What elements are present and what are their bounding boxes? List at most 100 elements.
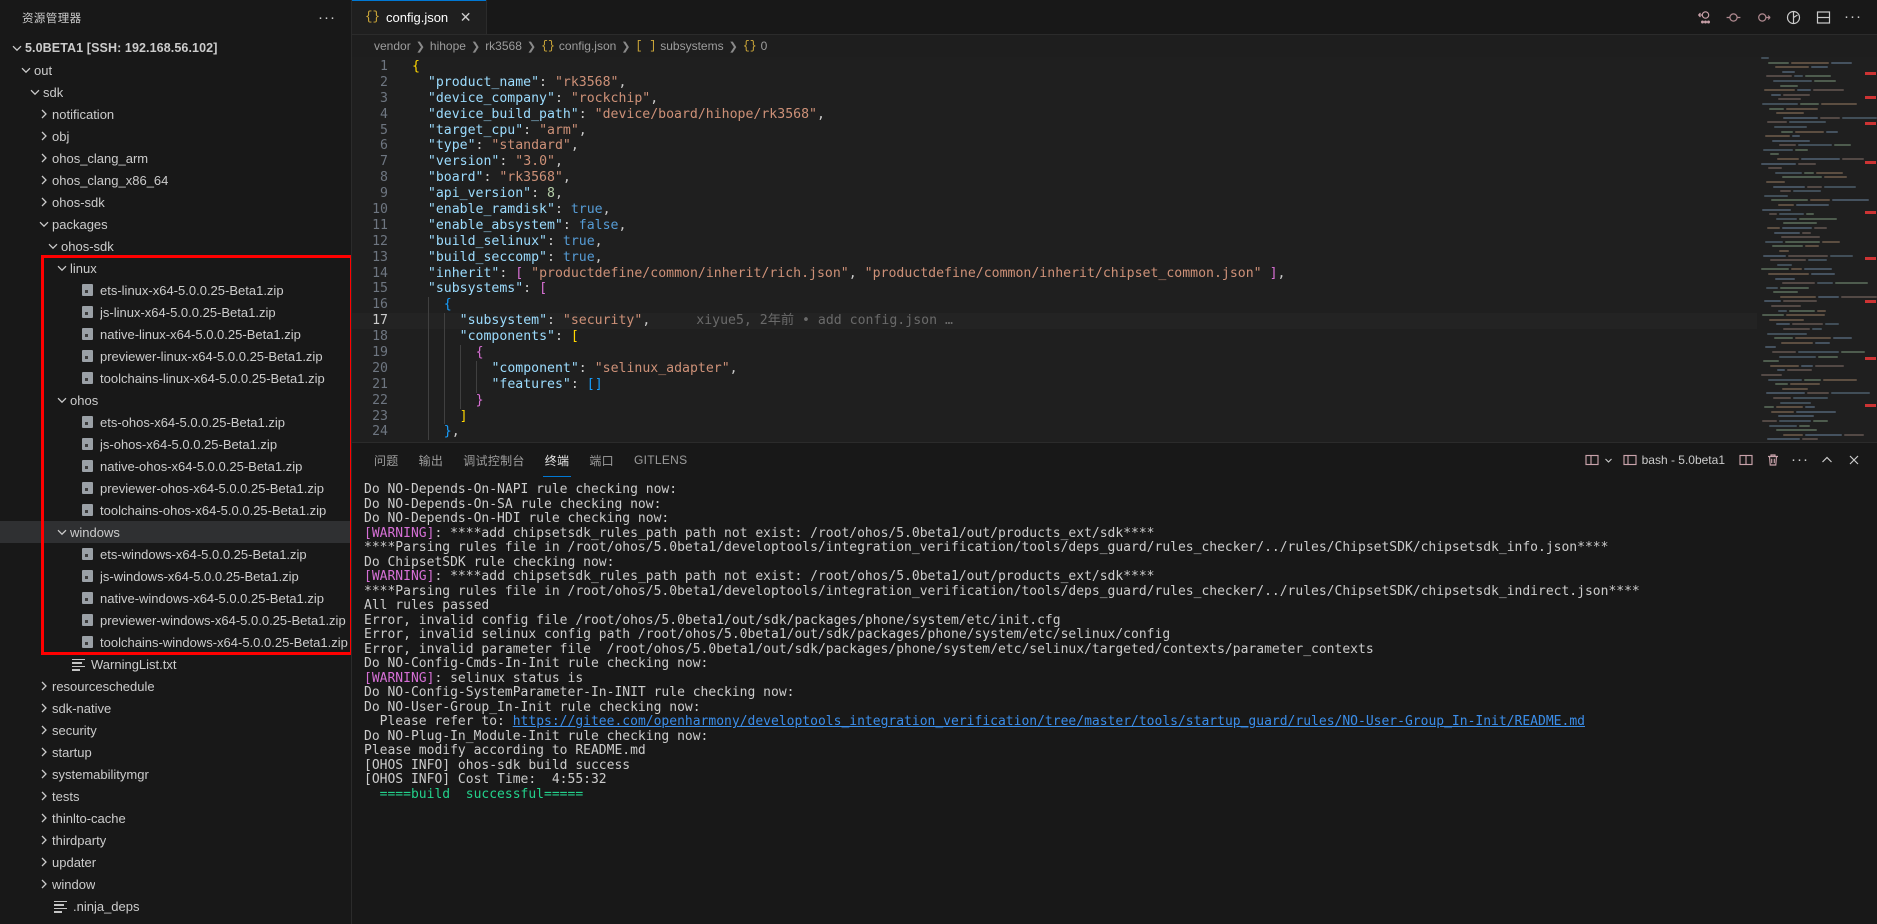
tree-item-tests[interactable]: tests <box>0 785 351 807</box>
overview-ruler[interactable] <box>1863 57 1877 442</box>
breadcrumb-item-subsystems[interactable]: [ ] subsystems <box>636 39 724 53</box>
panel-tab-GITLENS[interactable]: GITLENS <box>624 443 697 477</box>
code-line[interactable]: 20 "component": "selinux_adapter", <box>352 360 1757 377</box>
tree-item-security[interactable]: security <box>0 719 351 741</box>
code-editor[interactable]: 1{2 "product_name": "rk3568", 3 "device_c… <box>352 57 1877 442</box>
tree-item-native-windows-x64-5.0.0.25-beta1.zip[interactable]: native-windows-x64-5.0.0.25-Beta1.zip <box>0 587 351 609</box>
gitlens-commit-graph-icon[interactable] <box>1689 3 1717 31</box>
terminal-link[interactable]: https://gitee.com/openharmony/developtoo… <box>513 714 1585 729</box>
minimap[interactable] <box>1757 57 1877 442</box>
panel-tab-输出[interactable]: 输出 <box>409 443 454 477</box>
step-icon[interactable] <box>1749 3 1777 31</box>
tree-item-updater[interactable]: updater <box>0 851 351 873</box>
chevron-down-icon[interactable] <box>45 235 61 257</box>
code-line[interactable]: 11 "enable_absystem": false, <box>352 218 1757 234</box>
code-line[interactable]: 15 "subsystems": [ <box>352 281 1757 297</box>
breadcrumb[interactable]: vendor ❯ hihope ❯ rk3568 ❯{} config.json ❯[ ] su… <box>352 35 1877 57</box>
tree-item-native-linux-x64-5.0.0.25-beta1.zip[interactable]: native-linux-x64-5.0.0.25-Beta1.zip <box>0 323 351 345</box>
tree-item-js-linux-x64-5.0.0.25-beta1.zip[interactable]: js-linux-x64-5.0.0.25-Beta1.zip <box>0 301 351 323</box>
tree-item-startup[interactable]: startup <box>0 741 351 763</box>
code-line[interactable]: 1{ <box>352 59 1757 75</box>
tree-item-toolchains-ohos-x64-5.0.0.25-beta1.zip[interactable]: toolchains-ohos-x64-5.0.0.25-Beta1.zip <box>0 499 351 521</box>
chevron-right-icon[interactable] <box>36 147 52 169</box>
close-icon[interactable]: ✕ <box>456 8 475 27</box>
tree-item-ohos-sdk[interactable]: ohos-sdk <box>0 235 351 257</box>
chevron-down-icon[interactable] <box>18 59 34 81</box>
chevron-right-icon[interactable] <box>36 103 52 125</box>
chevron-right-icon[interactable] <box>36 191 52 213</box>
breadcrumb-item-0[interactable]: {} 0 <box>743 39 768 53</box>
tree-item-sdk[interactable]: sdk <box>0 81 351 103</box>
breadcrumb-item-rk3568[interactable]: rk3568 <box>485 39 522 53</box>
tree-item-out[interactable]: out <box>0 59 351 81</box>
editor-more-icon[interactable]: ··· <box>1839 3 1867 31</box>
tree-item-thinlto-cache[interactable]: thinlto-cache <box>0 807 351 829</box>
code-line[interactable]: 13 "build_seccomp": true, <box>352 250 1757 266</box>
tree-item-ets-ohos-x64-5.0.0.25-beta1.zip[interactable]: ets-ohos-x64-5.0.0.25-Beta1.zip <box>0 411 351 433</box>
tree-item-ohos-clang-arm[interactable]: ohos_clang_arm <box>0 147 351 169</box>
breadcrumb-item-config-json[interactable]: {} config.json <box>541 39 616 53</box>
tree-item-js-ohos-x64-5.0.0.25-beta1.zip[interactable]: js-ohos-x64-5.0.0.25-Beta1.zip <box>0 433 351 455</box>
code-line[interactable]: 19 { <box>352 345 1757 361</box>
code-line[interactable]: 14 "inherit": [ "productdefine/common/in… <box>352 266 1757 282</box>
debug-icon[interactable] <box>1779 3 1807 31</box>
chevron-right-icon[interactable] <box>36 697 52 719</box>
code-line[interactable]: 23 ] <box>352 408 1757 425</box>
chevron-right-icon[interactable] <box>36 169 52 191</box>
code-line[interactable]: 16 { <box>352 297 1757 314</box>
tree-item-js-windows-x64-5.0.0.25-beta1.zip[interactable]: js-windows-x64-5.0.0.25-Beta1.zip <box>0 565 351 587</box>
tree-item-5.0beta1-ssh-192.168.56.102-[interactable]: 5.0BETA1 [SSH: 192.168.56.102] <box>0 37 351 59</box>
breadcrumb-item-hihope[interactable]: hihope <box>430 39 466 53</box>
tree-item-.ninja-deps[interactable]: .ninja_deps <box>0 895 351 917</box>
tree-item-window[interactable]: window <box>0 873 351 895</box>
code-line[interactable]: 6 "type": "standard", <box>352 138 1757 154</box>
chevron-down-icon[interactable] <box>54 257 70 279</box>
tree-item-previewer-windows-x64-5.0.0.25-beta1.zip[interactable]: previewer-windows-x64-5.0.0.25-Beta1.zip <box>0 609 351 631</box>
tree-item-thirdparty[interactable]: thirdparty <box>0 829 351 851</box>
views-more-icon[interactable]: ··· <box>1787 447 1813 473</box>
tree-item-obj[interactable]: obj <box>0 125 351 147</box>
tree-item-ets-linux-x64-5.0.0.25-beta1.zip[interactable]: ets-linux-x64-5.0.0.25-Beta1.zip <box>0 279 351 301</box>
run-icon[interactable] <box>1719 3 1747 31</box>
chevron-down-icon[interactable] <box>27 81 43 103</box>
panel-tab-调试控制台[interactable]: 调试控制台 <box>453 443 535 477</box>
code-line[interactable]: 22 } <box>352 392 1757 409</box>
terminal-scrollbar[interactable] <box>1865 481 1875 910</box>
chevron-down-icon[interactable] <box>9 37 25 59</box>
split-terminal-icon[interactable] <box>1733 447 1759 473</box>
maximize-panel-icon[interactable] <box>1814 447 1840 473</box>
tree-item-ets-windows-x64-5.0.0.25-beta1.zip[interactable]: ets-windows-x64-5.0.0.25-Beta1.zip <box>0 543 351 565</box>
code-line[interactable]: 18 "components": [ <box>352 329 1757 346</box>
chevron-right-icon[interactable] <box>36 763 52 785</box>
tree-item-toolchains-windows-x64-5.0.0.25-beta1.zip[interactable]: toolchains-windows-x64-5.0.0.25-Beta1.zi… <box>0 631 351 653</box>
chevron-right-icon[interactable] <box>36 675 52 697</box>
tree-item-linux[interactable]: linux <box>0 257 351 279</box>
close-panel-icon[interactable] <box>1841 447 1867 473</box>
panel-tab-问题[interactable]: 问题 <box>364 443 409 477</box>
file-tree[interactable]: 5.0BETA1 [SSH: 192.168.56.102] out sdk noti… <box>0 35 351 924</box>
code-line[interactable]: 21 "features": [] <box>352 376 1757 393</box>
code-line[interactable]: 17 "subsystem": "security", xiyue5, 2年前 •… <box>352 313 1757 330</box>
chevron-down-icon[interactable] <box>54 389 70 411</box>
tree-item-warninglist.txt[interactable]: WarningList.txt <box>0 653 351 675</box>
code-line[interactable]: 12 "build_selinux": true, <box>352 234 1757 250</box>
chevron-down-icon[interactable] <box>54 521 70 543</box>
tree-item-windows[interactable]: windows <box>0 521 351 543</box>
tree-item-native-ohos-x64-5.0.0.25-beta1.zip[interactable]: native-ohos-x64-5.0.0.25-Beta1.zip <box>0 455 351 477</box>
chevron-right-icon[interactable] <box>36 829 52 851</box>
tree-item-ohos-clang-x86-64[interactable]: ohos_clang_x86_64 <box>0 169 351 191</box>
panel-tab-终端[interactable]: 终端 <box>535 443 580 477</box>
ellipsis-icon[interactable]: ··· <box>313 10 341 25</box>
chevron-right-icon[interactable] <box>36 851 52 873</box>
chevron-right-icon[interactable] <box>36 741 52 763</box>
code-line[interactable]: 2 "product_name": "rk3568", <box>352 75 1757 91</box>
panel-layout-icon[interactable] <box>1580 447 1617 473</box>
code-line[interactable]: 10 "enable_ramdisk": true, <box>352 202 1757 218</box>
tree-item-systemabilitymgr[interactable]: systemabilitymgr <box>0 763 351 785</box>
terminal-tab-bash[interactable]: bash - 5.0beta1 <box>1618 447 1732 473</box>
tree-item-packages[interactable]: packages <box>0 213 351 235</box>
code-line[interactable]: 8 "board": "rk3568", <box>352 170 1757 186</box>
chevron-right-icon[interactable] <box>36 125 52 147</box>
code-line[interactable]: 7 "version": "3.0", <box>352 154 1757 170</box>
code-line[interactable]: 9 "api_version": 8, <box>352 186 1757 202</box>
